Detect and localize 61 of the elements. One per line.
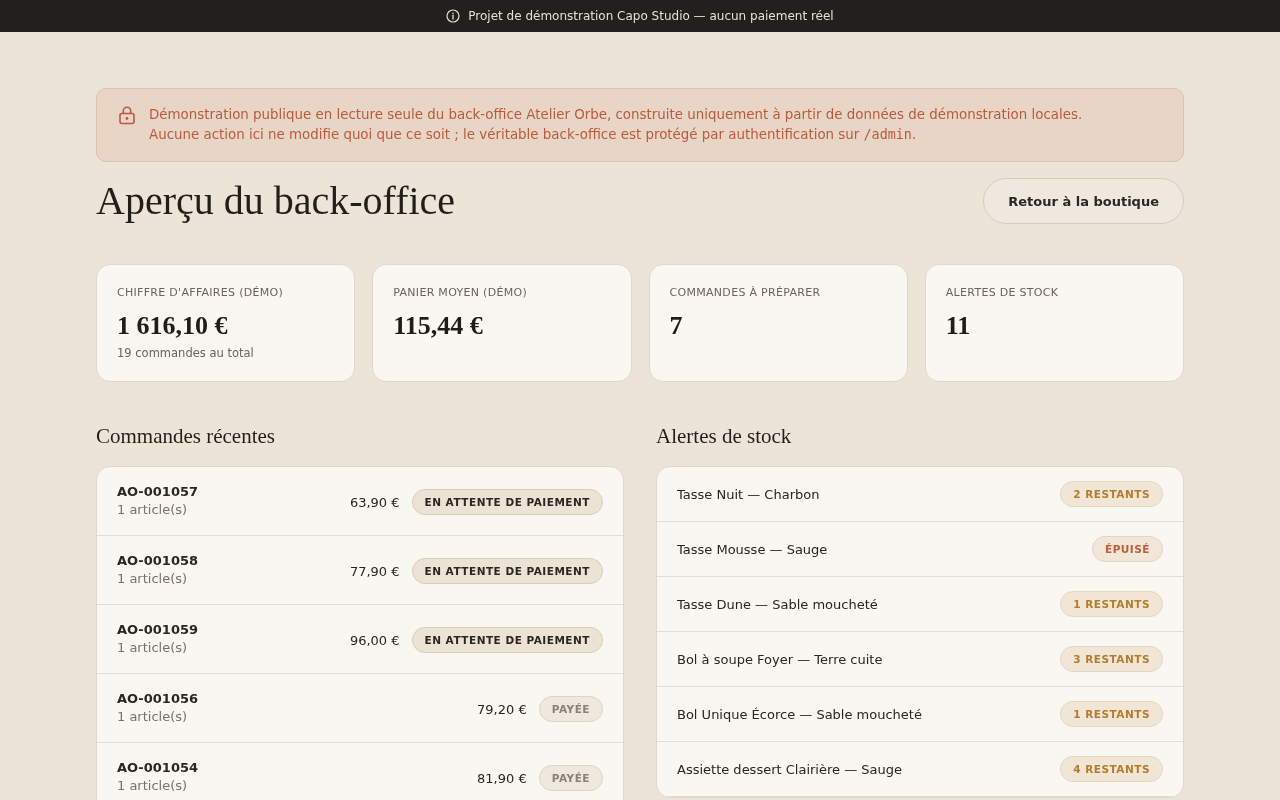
stat-value: 1 616,10 € — [117, 310, 229, 342]
stock-row[interactable]: Tasse Dune — Sable moucheté 1 RESTANTS — [657, 577, 1183, 632]
order-row[interactable]: AO-001054 1 article(s) 81,90 € PAYÉE — [97, 743, 623, 800]
order-items: 1 article(s) — [117, 570, 189, 588]
stat-label: PANIER MOYEN (DÉMO) — [393, 285, 529, 301]
product-name: Bol Unique Écorce — Sable moucheté — [677, 706, 922, 722]
stock-badge: 1 RESTANTS — [1060, 591, 1163, 617]
status-badge: EN ATTENTE DE PAIEMENT — [411, 558, 603, 584]
order-amount: 96,00 € — [349, 632, 400, 648]
order-amount: 77,90 € — [349, 563, 400, 579]
product-name: Tasse Nuit — Charbon — [677, 486, 820, 502]
order-row[interactable]: AO-001056 1 article(s) 79,20 € PAYÉE — [97, 674, 623, 743]
status-badge: PAYÉE — [538, 696, 603, 722]
order-id: AO-001054 — [117, 759, 199, 777]
product-name: Bol à soupe Foyer — Terre cuite — [677, 651, 883, 667]
stat-label: COMMANDES À PRÉPARER — [669, 285, 822, 301]
order-amount: 79,20 € — [477, 701, 527, 717]
order-items: 1 article(s) — [117, 708, 189, 726]
stock-row[interactable]: Bol à soupe Foyer — Terre cuite 3 RESTANTS — [657, 632, 1183, 687]
info-icon — [446, 9, 461, 23]
back-to-shop-button[interactable]: Retour à la boutique — [983, 178, 1184, 224]
stock-row[interactable]: Assiette dessert Clairière — Sauge 4 RESTANTS — [657, 742, 1183, 797]
notice-text: Aucune action ici ne modifie quoi que ce soit ; le véritable back-office est protégé par authentification sur /admin. — [149, 126, 918, 144]
stock-row[interactable]: Tasse Nuit — Charbon 2 RESTANTS — [657, 467, 1183, 522]
status-badge: EN ATTENTE DE PAIEMENT — [411, 489, 603, 515]
section-title: Commandes récentes — [96, 423, 277, 450]
stat-label: CHIFFRE D'AFFAIRES (DÉMO) — [117, 285, 285, 301]
product-name: Assiette dessert Clairière — Sauge — [677, 761, 902, 777]
order-items: 1 article(s) — [117, 639, 189, 657]
order-id: AO-001057 — [117, 483, 199, 501]
stock-badge: ÉPUISÉ — [1091, 536, 1163, 562]
page-title: Aperçu du back-office — [96, 178, 456, 224]
stock-badge: 4 RESTANTS — [1060, 756, 1163, 782]
status-badge: PAYÉE — [538, 765, 603, 791]
stock-badge: 1 RESTANTS — [1060, 701, 1163, 727]
stock-badge: 3 RESTANTS — [1060, 646, 1163, 672]
order-row[interactable]: AO-001058 1 article(s) 77,90 € EN ATTENTE DE PAIEMENT — [97, 536, 623, 605]
order-amount: 81,90 € — [477, 770, 527, 786]
stat-value: 115,44 € — [393, 310, 484, 342]
lock-icon — [117, 105, 137, 125]
banner-text: Projet de démonstration Capo Studio — aucun paiement réel — [468, 9, 834, 23]
stock-row[interactable]: Tasse Mousse — Sauge ÉPUISÉ — [657, 522, 1183, 577]
notice-text: Démonstration publique en lecture seule du back-office Atelier Orbe, construite uniquement à partir de données de démonstration locales. — [149, 106, 1083, 124]
product-name: Tasse Dune — Sable moucheté — [677, 596, 878, 612]
order-id: AO-001058 — [117, 552, 199, 570]
order-id: AO-001056 — [117, 690, 199, 708]
stock-row[interactable]: Bol Unique Écorce — Sable moucheté 1 RESTANTS — [657, 687, 1183, 742]
stat-value: 7 — [669, 310, 684, 342]
order-items: 1 article(s) — [117, 501, 189, 519]
product-name: Tasse Mousse — Sauge — [677, 541, 828, 557]
section-title: Alertes de stock — [656, 423, 793, 450]
stat-label: ALERTES DE STOCK — [945, 285, 1060, 301]
order-row[interactable]: AO-001059 1 article(s) 96,00 € EN ATTENTE DE PAIEMENT — [97, 605, 623, 674]
stock-badge: 2 RESTANTS — [1060, 481, 1163, 507]
status-badge: EN ATTENTE DE PAIEMENT — [411, 627, 603, 653]
stat-note: 19 commandes au total — [117, 345, 255, 361]
stat-value: 11 — [945, 310, 972, 342]
order-items: 1 article(s) — [117, 777, 189, 795]
order-amount: 63,90 € — [349, 494, 400, 510]
order-row[interactable]: AO-001057 1 article(s) 63,90 € EN ATTENTE DE PAIEMENT — [97, 467, 623, 536]
order-id: AO-001059 — [117, 621, 199, 639]
